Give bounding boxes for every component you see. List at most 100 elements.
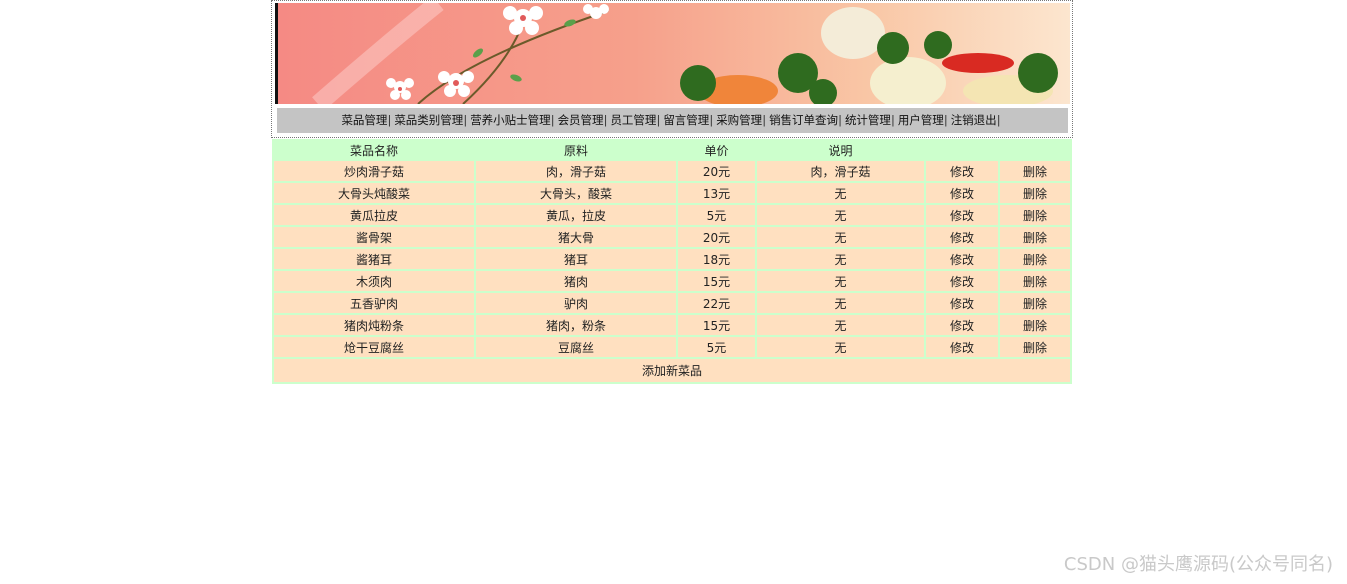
- dish-table: 菜品名称 原料 单价 说明 炒肉滑子菇 肉，滑子菇 20元 肉，滑子菇 修改 删…: [272, 139, 1072, 384]
- edit-cell: 修改: [926, 227, 998, 247]
- cell-price: 5元: [678, 337, 755, 357]
- cell-description: 无: [757, 271, 924, 291]
- menu-message-management[interactable]: 留言管理: [663, 113, 709, 127]
- cell-ingredients: 豆腐丝: [476, 337, 676, 357]
- cell-dish-name: 五香驴肉: [274, 293, 474, 313]
- dish-table-container: 菜品名称 原料 单价 说明 炒肉滑子菇 肉，滑子菇 20元 肉，滑子菇 修改 删…: [272, 139, 1072, 384]
- cell-price: 5元: [678, 205, 755, 225]
- delete-cell: 删除: [1000, 293, 1070, 313]
- delete-link[interactable]: 删除: [1023, 341, 1047, 355]
- edit-cell: 修改: [926, 293, 998, 313]
- delete-cell: 删除: [1000, 337, 1070, 357]
- table-row: 猪肉炖粉条 猪肉，粉条 15元 无 修改 删除: [274, 315, 1070, 335]
- delete-cell: 删除: [1000, 161, 1070, 181]
- header-edit-empty: [926, 141, 998, 159]
- table-row: 炒肉滑子菇 肉，滑子菇 20元 肉，滑子菇 修改 删除: [274, 161, 1070, 181]
- cell-description: 无: [757, 249, 924, 269]
- table-row: 酱骨架 猪大骨 20元 无 修改 删除: [274, 227, 1070, 247]
- cell-description: 无: [757, 227, 924, 247]
- cell-dish-name: 木须肉: [274, 271, 474, 291]
- main-menu: 菜品管理| 菜品类别管理| 营养小贴士管理| 会员管理| 员工管理| 留言管理| 采购管理|…: [277, 108, 1068, 133]
- cell-price: 22元: [678, 293, 755, 313]
- cell-ingredients: 驴肉: [476, 293, 676, 313]
- edit-link[interactable]: 修改: [950, 253, 974, 267]
- delete-link[interactable]: 删除: [1023, 231, 1047, 245]
- cell-ingredients: 猪肉: [476, 271, 676, 291]
- cell-price: 20元: [678, 227, 755, 247]
- menu-logout[interactable]: 注销退出: [951, 113, 997, 127]
- menu-nutrition-tips-management[interactable]: 营养小贴士管理: [470, 113, 551, 127]
- delete-link[interactable]: 删除: [1023, 165, 1047, 179]
- menu-sales-order-query[interactable]: 销售订单查询: [769, 113, 838, 127]
- cell-price: 15元: [678, 315, 755, 335]
- table-row: 黄瓜拉皮 黄瓜，拉皮 5元 无 修改 删除: [274, 205, 1070, 225]
- edit-link[interactable]: 修改: [950, 319, 974, 333]
- cell-description: 无: [757, 337, 924, 357]
- menu-purchase-management[interactable]: 采购管理: [716, 113, 762, 127]
- cell-description: 无: [757, 315, 924, 335]
- cell-description: 肉，滑子菇: [757, 161, 924, 181]
- add-cell: 添加新菜品: [274, 359, 1070, 382]
- delete-link[interactable]: 删除: [1023, 187, 1047, 201]
- delete-link[interactable]: 删除: [1023, 253, 1047, 267]
- menu-user-management[interactable]: 用户管理: [898, 113, 944, 127]
- cell-description: 无: [757, 183, 924, 203]
- menu-member-management[interactable]: 会员管理: [558, 113, 604, 127]
- table-row: 木须肉 猪肉 15元 无 修改 删除: [274, 271, 1070, 291]
- table-row: 大骨头炖酸菜 大骨头，酸菜 13元 无 修改 删除: [274, 183, 1070, 203]
- cell-description: 无: [757, 293, 924, 313]
- cell-ingredients: 猪耳: [476, 249, 676, 269]
- delete-cell: 删除: [1000, 205, 1070, 225]
- cell-dish-name: 猪肉炖粉条: [274, 315, 474, 335]
- cell-ingredients: 黄瓜，拉皮: [476, 205, 676, 225]
- cell-description: 无: [757, 205, 924, 225]
- edit-cell: 修改: [926, 161, 998, 181]
- delete-link[interactable]: 删除: [1023, 319, 1047, 333]
- banner-graphic: [312, 3, 1058, 104]
- edit-link[interactable]: 修改: [950, 341, 974, 355]
- delete-cell: 删除: [1000, 249, 1070, 269]
- header-description: 说明: [757, 141, 924, 159]
- edit-link[interactable]: 修改: [950, 275, 974, 289]
- table-row: 五香驴肉 驴肉 22元 无 修改 删除: [274, 293, 1070, 313]
- edit-link[interactable]: 修改: [950, 165, 974, 179]
- delete-cell: 删除: [1000, 315, 1070, 335]
- add-new-dish-link[interactable]: 添加新菜品: [642, 364, 702, 378]
- menu-statistics-management[interactable]: 统计管理: [845, 113, 891, 127]
- menu-dish-category-management[interactable]: 菜品类别管理: [394, 113, 463, 127]
- delete-link[interactable]: 删除: [1023, 275, 1047, 289]
- cell-dish-name: 炒肉滑子菇: [274, 161, 474, 181]
- watermark: CSDN @猫头鹰源码(公众号同名): [1063, 554, 1333, 575]
- cell-dish-name: 黄瓜拉皮: [274, 205, 474, 225]
- edit-cell: 修改: [926, 205, 998, 225]
- header-frame: 菜品管理| 菜品类别管理| 营养小贴士管理| 会员管理| 员工管理| 留言管理| 采购管理|…: [271, 0, 1073, 138]
- cell-price: 13元: [678, 183, 755, 203]
- menu-staff-management[interactable]: 员工管理: [610, 113, 656, 127]
- cell-dish-name: 炝干豆腐丝: [274, 337, 474, 357]
- cell-ingredients: 猪肉，粉条: [476, 315, 676, 335]
- menu-dish-management[interactable]: 菜品管理: [341, 113, 387, 127]
- cell-price: 15元: [678, 271, 755, 291]
- delete-link[interactable]: 删除: [1023, 209, 1047, 223]
- cell-price: 20元: [678, 161, 755, 181]
- cell-ingredients: 肉，滑子菇: [476, 161, 676, 181]
- edit-cell: 修改: [926, 337, 998, 357]
- edit-link[interactable]: 修改: [950, 187, 974, 201]
- banner-image: [275, 3, 1070, 104]
- table-header-row: 菜品名称 原料 单价 说明: [274, 141, 1070, 159]
- delete-link[interactable]: 删除: [1023, 297, 1047, 311]
- edit-cell: 修改: [926, 271, 998, 291]
- cell-ingredients: 猪大骨: [476, 227, 676, 247]
- cell-ingredients: 大骨头，酸菜: [476, 183, 676, 203]
- header-dish-name: 菜品名称: [274, 141, 474, 159]
- edit-link[interactable]: 修改: [950, 297, 974, 311]
- delete-cell: 删除: [1000, 271, 1070, 291]
- cell-dish-name: 酱猪耳: [274, 249, 474, 269]
- delete-cell: 删除: [1000, 183, 1070, 203]
- edit-link[interactable]: 修改: [950, 209, 974, 223]
- edit-link[interactable]: 修改: [950, 231, 974, 245]
- add-row: 添加新菜品: [274, 359, 1070, 382]
- cell-dish-name: 大骨头炖酸菜: [274, 183, 474, 203]
- cell-price: 18元: [678, 249, 755, 269]
- edit-cell: 修改: [926, 183, 998, 203]
